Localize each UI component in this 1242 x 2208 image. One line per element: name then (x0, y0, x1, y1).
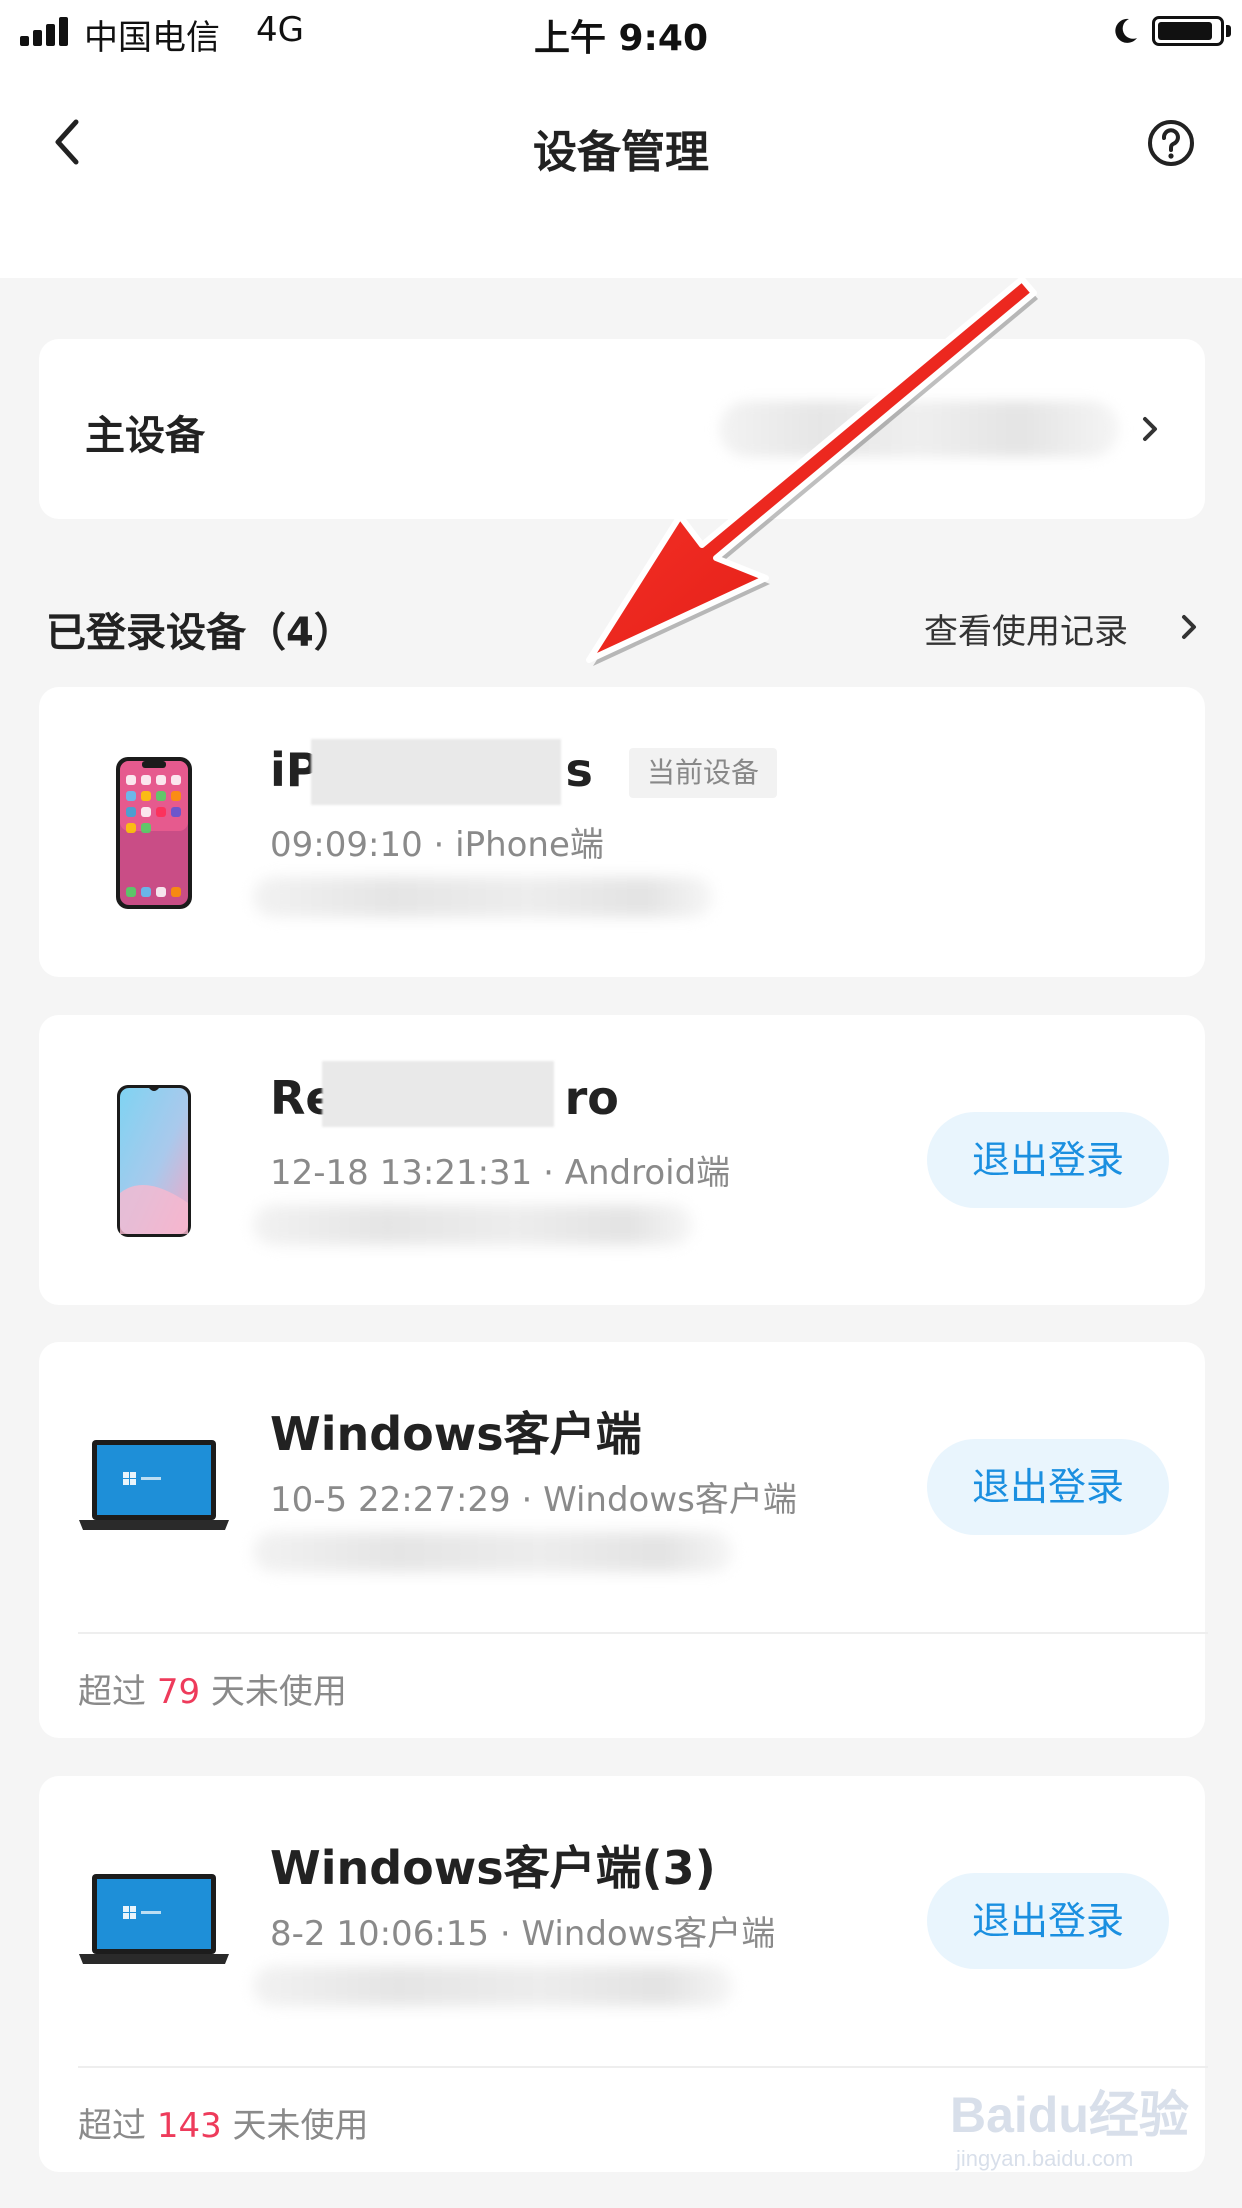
device-meta: 09:09:10 · iPhone端 (270, 825, 604, 865)
unused-days: 79 (156, 1672, 201, 1712)
device-meta: 10-5 22:27:29 · Windows客户端 (270, 1480, 797, 1520)
device-name-suffix: ro (564, 1071, 619, 1125)
help-icon[interactable] (1146, 118, 1196, 168)
unused-notice: 超过 79 天未使用 (78, 1664, 347, 1713)
iphone-icon (116, 757, 192, 909)
page-title: 设备管理 (533, 127, 709, 178)
device-name-suffix: s (565, 743, 593, 797)
logout-button[interactable]: 退出登录 (927, 1873, 1169, 1969)
status-bar: 中国电信 4G 上午 9:40 (0, 0, 1242, 62)
unused-prefix: 超过 (78, 2106, 146, 2146)
logout-button[interactable]: 退出登录 (927, 1112, 1169, 1208)
device-location-blurred (253, 1205, 693, 1245)
device-card-windows-3: Windows客户端(3) 8-2 10:06:15 · Windows客户端 … (39, 1776, 1208, 2172)
device-name-redaction (322, 1061, 554, 1127)
primary-device-label: 主设备 (85, 413, 205, 459)
battery-tip (1226, 25, 1231, 37)
device-name: Windows客户端(3) (270, 1841, 716, 1895)
device-location-blurred (253, 1532, 733, 1572)
current-device-badge: 当前设备 (629, 748, 778, 798)
header-area: 中国电信 4G 上午 9:40 设备管理 (0, 0, 1242, 278)
primary-device-value-blurred (719, 401, 1119, 457)
device-name-redaction (311, 739, 561, 805)
divider (78, 2066, 1208, 2068)
device-meta: 12-18 13:21:31 · Android端 (270, 1153, 731, 1193)
logout-button[interactable]: 退出登录 (927, 1439, 1169, 1535)
moon-icon (1115, 18, 1137, 43)
device-name: Windows客户端 (270, 1407, 642, 1461)
unused-suffix: 天未使用 (210, 1672, 347, 1712)
logged-in-devices-header: 已登录设备（4） (46, 610, 354, 656)
device-meta: 8-2 10:06:15 · Windows客户端 (270, 1914, 776, 1954)
usage-history-link[interactable]: 查看使用记录 (924, 604, 1196, 653)
laptop-icon (79, 1874, 229, 1964)
divider (78, 1632, 1208, 1634)
unused-days: 143 (156, 2106, 222, 2146)
unused-notice: 超过 143 天未使用 (78, 2098, 369, 2147)
laptop-icon (79, 1440, 229, 1530)
device-location-blurred (253, 1966, 733, 2006)
battery-icon (1152, 16, 1224, 46)
device-location-blurred (253, 877, 713, 917)
device-card-iphone: iP s 当前设备 09:09:10 · iPhone端 (39, 687, 1205, 977)
chevron-right-icon (1143, 417, 1157, 441)
device-card-windows: Windows客户端 10-5 22:27:29 · Windows客户端 退出… (39, 1342, 1208, 1738)
android-phone-icon (117, 1085, 191, 1237)
primary-device-row[interactable]: 主设备 (39, 339, 1205, 519)
clock: 上午 9:40 (533, 18, 709, 59)
chevron-right-icon (1182, 615, 1196, 639)
unused-prefix: 超过 (78, 1672, 146, 1712)
device-card-android: Re ro 12-18 13:21:31 · Android端 退出登录 (39, 1015, 1205, 1305)
usage-history-label: 查看使用记录 (924, 612, 1128, 652)
unused-suffix: 天未使用 (232, 2106, 369, 2146)
